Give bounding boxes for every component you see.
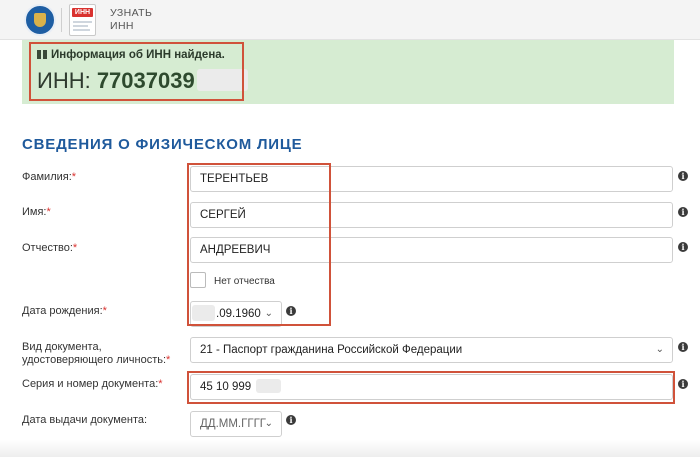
header-divider (61, 8, 62, 32)
info-icon[interactable]: i (678, 379, 688, 389)
doc-line (73, 29, 90, 31)
name-label: Имя:* (22, 206, 51, 218)
info-icon[interactable]: i (678, 242, 688, 252)
doc-line (73, 25, 88, 27)
no-patronymic-label[interactable]: Нет отчества (214, 275, 275, 288)
chevron-down-icon: ⌄ (264, 308, 273, 319)
doc-type-select[interactable]: 21 - Паспорт гражданина Российской Федер… (190, 337, 673, 363)
inn-highlight-frame (29, 42, 244, 101)
doc-number-label: Серия и номер документа:* (22, 378, 163, 390)
section-title: Сведения о физическом лице (22, 136, 303, 153)
patronymic-label: Отчество:* (22, 242, 78, 254)
chevron-down-icon: ⌄ (655, 344, 664, 355)
bottom-fade (0, 440, 700, 457)
redacted-digits (256, 379, 282, 393)
info-icon[interactable]: i (286, 415, 296, 425)
birth-date-value: .09.1960 (216, 308, 261, 320)
surname-input[interactable]: ТЕРЕНТЬЕВ (190, 166, 673, 192)
redacted-digits (192, 305, 215, 321)
issue-date-placeholder: ДД.ММ.ГГГГ (200, 418, 267, 430)
doc-type-label: Вид документа, (22, 341, 102, 353)
doc-number-input[interactable]: 45 10 999 (190, 374, 673, 400)
birth-date-input[interactable]: .09.1960 ⌄ (190, 301, 282, 327)
inn-document-icon[interactable]: ИНН (69, 4, 96, 36)
info-icon[interactable]: i (678, 171, 688, 181)
no-patronymic-checkbox[interactable] (190, 272, 206, 288)
app-title[interactable]: УЗНАТЬ ИНН (110, 7, 152, 33)
doc-line (73, 21, 92, 23)
info-icon[interactable]: i (678, 342, 688, 352)
doc-number-value: 45 10 999 (200, 381, 252, 393)
birth-date-label: Дата рождения:* (22, 305, 107, 317)
app-header: ИНН УЗНАТЬ ИНН (0, 0, 700, 40)
issue-date-input[interactable]: ДД.ММ.ГГГГ ⌄ (190, 411, 282, 437)
surname-label: Фамилия:* (22, 171, 77, 183)
emblem-icon[interactable] (24, 4, 56, 36)
inn-badge: ИНН (72, 8, 93, 17)
issue-date-label: Дата выдачи документа: (22, 414, 148, 426)
chevron-down-icon: ⌄ (264, 418, 273, 429)
doc-type-label-line2: удостоверяющего личность:* (22, 354, 171, 366)
patronymic-input[interactable]: АНДРЕЕВИЧ (190, 237, 673, 263)
doc-type-value: 21 - Паспорт гражданина Российской Федер… (200, 344, 463, 356)
info-icon[interactable]: i (286, 306, 296, 316)
name-input[interactable]: СЕРГЕЙ (190, 202, 673, 228)
info-icon[interactable]: i (678, 207, 688, 217)
